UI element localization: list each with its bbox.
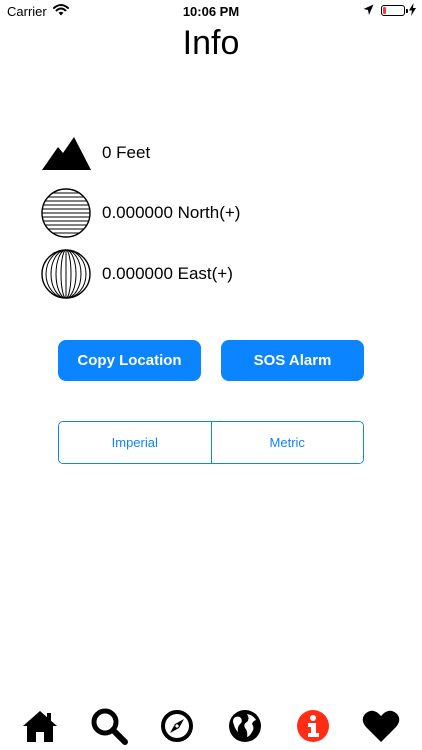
tab-bar [0, 700, 422, 750]
battery-icon [381, 5, 408, 16]
mountain-icon [40, 127, 92, 179]
copy-location-button[interactable]: Copy Location [58, 340, 201, 381]
globe-icon[interactable] [225, 706, 265, 746]
latitude-globe-icon [40, 187, 92, 239]
latitude-value: 0.000000 North(+) [102, 203, 241, 222]
units-segmented-control: Imperial Metric [58, 421, 364, 464]
search-icon[interactable] [89, 706, 129, 746]
location-arrow-icon [363, 4, 374, 19]
longitude-row: 0.000000 East(+) [40, 248, 233, 300]
metric-option[interactable]: Metric [210, 422, 363, 463]
status-bar: Carrier 10:06 PM [0, 0, 422, 22]
page-title: Info [182, 24, 240, 62]
latitude-row: 0.000000 North(+) [40, 187, 240, 239]
sos-alarm-button[interactable]: SOS Alarm [221, 340, 364, 381]
home-icon[interactable] [20, 706, 60, 746]
altitude-value: 0 Feet [102, 143, 151, 162]
info-icon[interactable] [293, 706, 333, 746]
charging-bolt-icon [409, 3, 416, 19]
longitude-globe-icon [40, 248, 92, 300]
altitude-row: 0 Feet [40, 127, 150, 179]
status-time: 10:06 PM [182, 4, 240, 19]
heart-icon[interactable] [361, 706, 401, 746]
compass-icon[interactable] [157, 706, 197, 746]
imperial-option[interactable]: Imperial [59, 422, 211, 463]
longitude-value: 0.000000 East(+) [102, 264, 233, 283]
